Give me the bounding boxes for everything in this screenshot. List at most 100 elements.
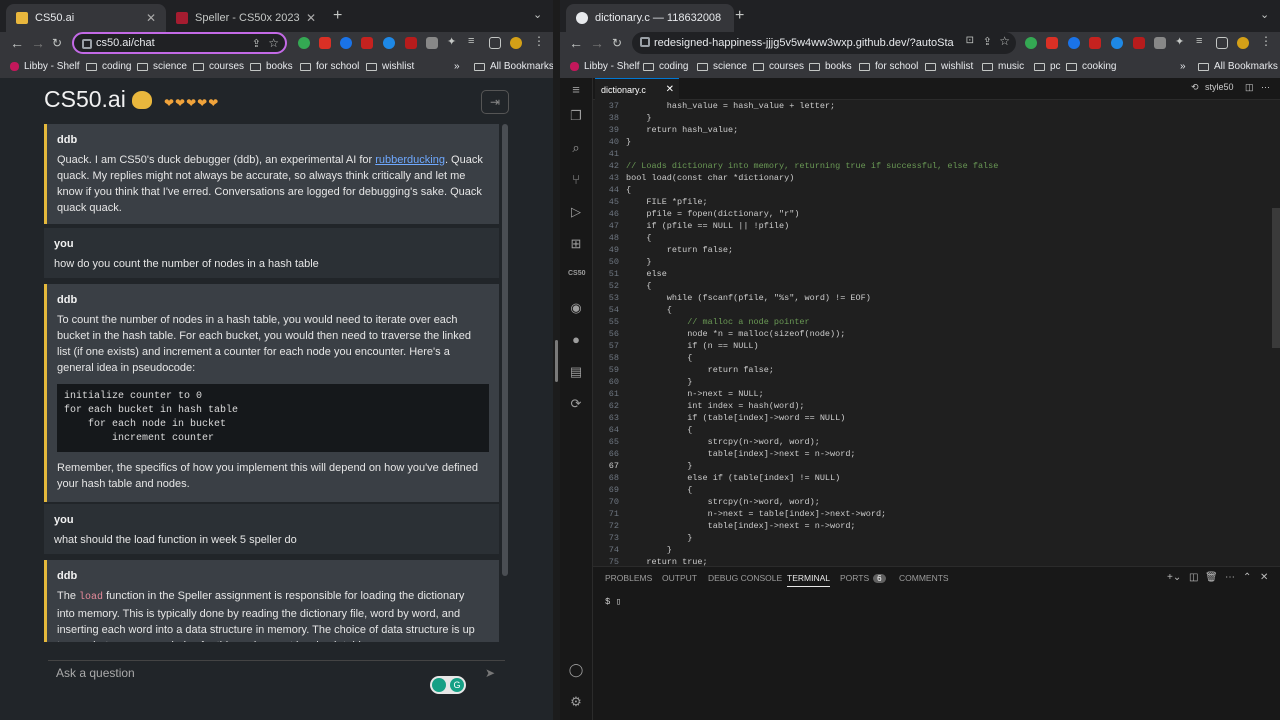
style50-icon[interactable]: ⟲ xyxy=(1191,82,1199,93)
code-line[interactable]: strcpy(n->word, word); xyxy=(626,437,820,447)
code-line[interactable]: } xyxy=(626,545,672,555)
extension-icon[interactable] xyxy=(319,37,331,49)
settings-gear-icon[interactable]: ⚙ xyxy=(568,694,584,710)
rubberducking-link[interactable]: rubberducking xyxy=(375,154,445,166)
code-line[interactable]: { xyxy=(626,353,692,363)
extension-icon[interactable] xyxy=(361,37,373,49)
extension-icon[interactable] xyxy=(1133,37,1145,49)
code-line[interactable]: node *n = malloc(sizeof(node)); xyxy=(626,329,845,339)
code-area[interactable]: 37 hash_value = hash_value + letter; 38 }… xyxy=(593,100,1280,566)
code-line[interactable]: } xyxy=(626,113,651,123)
code-line[interactable]: // Loads dictionary into memory, returni… xyxy=(626,161,998,171)
close-panel-icon[interactable]: ✕ xyxy=(1260,572,1268,583)
code-line[interactable]: } xyxy=(626,377,692,387)
code-line[interactable]: n->next = NULL; xyxy=(626,389,764,399)
split-editor-icon[interactable]: ◫ xyxy=(1245,82,1254,93)
profile-avatar[interactable] xyxy=(510,37,522,49)
side-panel-icon[interactable] xyxy=(489,37,501,49)
bookmark-science[interactable]: science xyxy=(137,61,187,72)
divider-grip[interactable] xyxy=(555,340,558,382)
extension-icon[interactable] xyxy=(1111,37,1123,49)
docker-icon[interactable]: ▤ xyxy=(568,364,584,380)
bookmark-for-school[interactable]: for school xyxy=(300,61,359,72)
logout-button[interactable]: ⇥ xyxy=(481,90,509,114)
address-bar[interactable]: redesigned-happiness-jjjg5v5w4ww3wxp.git… xyxy=(632,32,1016,54)
extensions-icon[interactable]: ⊞ xyxy=(568,236,584,252)
code-line[interactable]: return false; xyxy=(626,365,774,375)
code-line[interactable]: return true; xyxy=(626,557,707,566)
menu-icon[interactable]: ≡ xyxy=(568,82,584,98)
cs50-icon[interactable]: CS50 xyxy=(568,270,586,286)
extension-icon[interactable] xyxy=(1025,37,1037,49)
reading-list-icon[interactable]: ≡ xyxy=(1196,35,1208,47)
code-line[interactable]: pfile = fopen(dictionary, "r") xyxy=(626,209,799,219)
code-line[interactable]: if (pfile == NULL || !pfile) xyxy=(626,221,789,231)
code-line[interactable]: table[index]->next = n->word; xyxy=(626,521,856,531)
split-terminal-icon[interactable]: ◫ xyxy=(1189,572,1198,583)
code-line[interactable]: } xyxy=(626,533,692,543)
code-line[interactable]: { xyxy=(626,305,672,315)
new-tab-icon[interactable]: + xyxy=(735,7,744,25)
editor-scrollbar[interactable] xyxy=(1272,208,1280,348)
code-line[interactable]: if (n == NULL) xyxy=(626,341,758,351)
code-line[interactable]: { xyxy=(626,425,692,435)
more-actions-icon[interactable]: ⋯ xyxy=(1261,82,1270,93)
back-icon[interactable]: ← xyxy=(569,35,583,51)
run-debug-icon[interactable]: ▷ xyxy=(568,204,584,220)
code-line[interactable]: return hash_value; xyxy=(626,125,738,135)
forward-icon[interactable]: → xyxy=(31,35,45,51)
extension-icon[interactable] xyxy=(426,37,438,49)
terminal-prompt[interactable]: $ ▯ xyxy=(605,597,621,607)
bookmark-libby[interactable]: Libby - Shelf xyxy=(10,61,80,72)
tab-speller[interactable]: Speller - CS50x 2023 ✕ xyxy=(166,4,326,32)
extension-icon[interactable] xyxy=(340,37,352,49)
code-line[interactable]: int index = hash(word); xyxy=(626,401,804,411)
duck-debugger-icon[interactable]: ◉ xyxy=(568,300,584,316)
extension-icon[interactable] xyxy=(405,37,417,49)
tab-cs50ai[interactable]: CS50.ai ✕ xyxy=(6,4,166,32)
bookmark-cooking[interactable]: cooking xyxy=(1066,61,1116,72)
close-tab-icon[interactable]: ✕ xyxy=(146,11,156,25)
bookmarks-overflow-icon[interactable]: » xyxy=(454,61,460,72)
bookmark-libby[interactable]: Libby - Shelf xyxy=(570,61,640,72)
code-line[interactable]: strcpy(n->word, word); xyxy=(626,497,820,507)
code-line[interactable]: hash_value = hash_value + letter; xyxy=(626,101,835,111)
share-icon[interactable]: ⇪ xyxy=(252,37,261,50)
site-info-icon[interactable] xyxy=(640,37,650,47)
bookmark-wishlist[interactable]: wishlist xyxy=(925,61,973,72)
code-line[interactable]: bool load(const char *dictionary) xyxy=(626,173,794,183)
code-line[interactable]: FILE *pfile; xyxy=(626,197,707,207)
window-divider[interactable] xyxy=(553,0,560,720)
extension-icon[interactable] xyxy=(1046,37,1058,49)
bookmark-coding[interactable]: coding xyxy=(86,61,131,72)
puzzle-icon[interactable]: ✦ xyxy=(1175,35,1187,48)
code-line[interactable]: { xyxy=(626,185,631,195)
profile-avatar[interactable] xyxy=(1237,37,1249,49)
code-line[interactable]: n->next = table[index]->next->word; xyxy=(626,509,887,519)
maximize-panel-icon[interactable]: ⌃ xyxy=(1243,572,1251,583)
reload-icon[interactable]: ↻ xyxy=(52,36,62,50)
question-input[interactable]: Ask a question G ➤ xyxy=(48,660,505,694)
remote-icon[interactable]: ⟳ xyxy=(568,396,584,412)
tab-comments[interactable]: COMMENTS xyxy=(899,573,949,583)
grammarly-icon[interactable]: G xyxy=(430,676,466,694)
extension-icon[interactable] xyxy=(1154,37,1166,49)
reload-icon[interactable]: ↻ xyxy=(612,36,622,50)
bookmark-courses[interactable]: courses xyxy=(753,61,804,72)
source-control-icon[interactable]: ⑂ xyxy=(568,172,584,188)
address-bar[interactable]: cs50.ai/chat ⇪ ☆ xyxy=(72,32,287,54)
tab-debug-console[interactable]: DEBUG CONSOLE xyxy=(708,573,782,583)
all-bookmarks[interactable]: All Bookmarks xyxy=(1198,61,1278,72)
new-tab-icon[interactable]: + xyxy=(333,7,342,25)
reading-list-icon[interactable]: ≡ xyxy=(468,35,480,47)
bookmark-books[interactable]: books xyxy=(809,61,852,72)
code-line[interactable]: table[index]->next = n->word; xyxy=(626,449,856,459)
bookmark-pc[interactable]: pc xyxy=(1034,61,1061,72)
back-icon[interactable]: ← xyxy=(10,35,24,51)
code-line[interactable]: else xyxy=(626,269,666,279)
close-tab-icon[interactable]: ✕ xyxy=(306,11,316,25)
kill-terminal-icon[interactable]: 🗑 xyxy=(1205,572,1218,583)
close-icon[interactable]: ✕ xyxy=(666,84,674,95)
style50-button[interactable]: style50 xyxy=(1205,82,1234,92)
bookmark-books[interactable]: books xyxy=(250,61,293,72)
